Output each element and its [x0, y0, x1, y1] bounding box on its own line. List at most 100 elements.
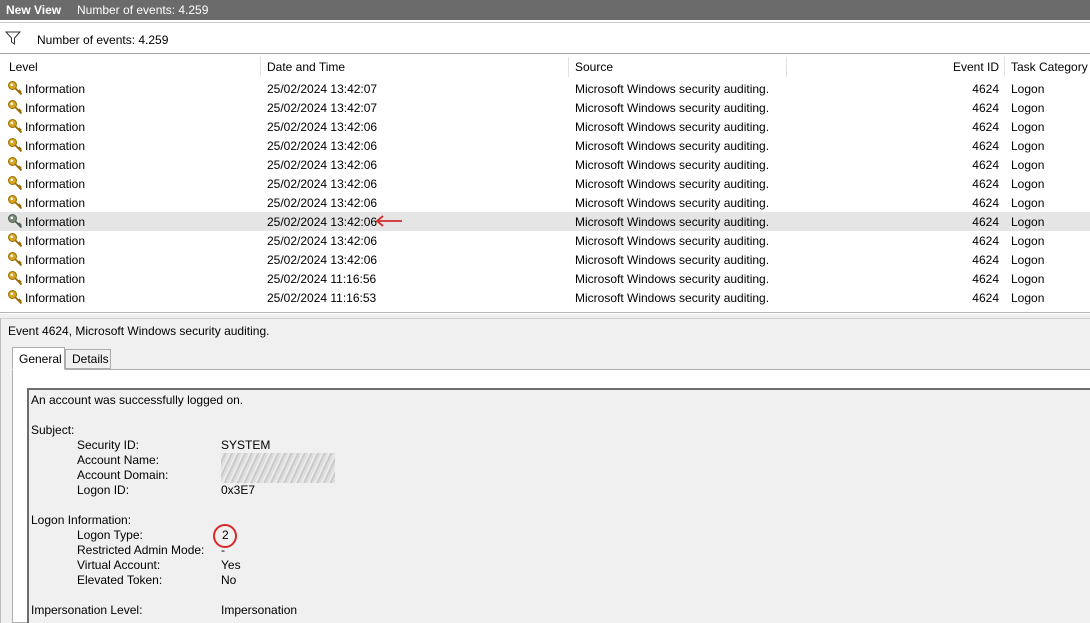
column-header-date[interactable]: Date and Time	[267, 60, 345, 74]
view-titlebar: New View Number of events: 4.259	[0, 0, 1090, 20]
event-source: Microsoft Windows security auditing.	[575, 82, 770, 96]
event-message: An account was successfully logged on.	[31, 393, 244, 407]
logon-id-label: Logon ID:	[77, 483, 130, 497]
event-id: 4624	[972, 272, 999, 286]
column-header-event-id[interactable]: Event ID	[953, 60, 999, 74]
logon-type-label: Logon Type:	[77, 528, 143, 542]
event-id: 4624	[972, 158, 999, 172]
event-source: Microsoft Windows security auditing.	[575, 215, 770, 229]
annotation-circle	[213, 524, 237, 548]
key-icon	[7, 118, 23, 134]
key-icon	[7, 251, 23, 267]
event-level: Information	[25, 291, 86, 305]
event-source: Microsoft Windows security auditing.	[575, 158, 770, 172]
restricted-admin-mode-label: Restricted Admin Mode:	[77, 543, 205, 557]
event-source: Microsoft Windows security auditing.	[575, 101, 770, 115]
column-divider[interactable]	[260, 57, 261, 77]
event-row[interactable]: Information 25/02/2024 13:42:06 Microsoft …	[0, 212, 1090, 231]
column-header-level[interactable]: Level	[9, 60, 38, 74]
event-id: 4624	[972, 196, 999, 210]
account-name-label: Account Name:	[77, 453, 160, 467]
subject-heading: Subject:	[31, 423, 75, 437]
event-row[interactable]: Information 25/02/2024 13:42:07 Microsoft …	[0, 79, 1090, 98]
event-source: Microsoft Windows security auditing.	[575, 196, 770, 210]
event-task-category: Logon	[1011, 234, 1045, 248]
key-icon	[7, 137, 23, 153]
event-level: Information	[25, 177, 86, 191]
impersonation-level-label: Impersonation Level:	[31, 603, 143, 617]
event-date-time: 25/02/2024 13:42:06	[267, 158, 378, 172]
event-date-time: 25/02/2024 13:42:07	[267, 101, 378, 115]
column-divider[interactable]	[786, 57, 787, 77]
restricted-admin-mode-value: -	[221, 543, 225, 557]
event-row[interactable]: Information 25/02/2024 11:16:56 Microsoft …	[0, 269, 1090, 288]
event-level: Information	[25, 139, 86, 153]
event-source: Microsoft Windows security auditing.	[575, 120, 770, 134]
security-id-label: Security ID:	[77, 438, 140, 452]
key-icon	[7, 99, 23, 115]
column-divider[interactable]	[1004, 57, 1005, 77]
event-source: Microsoft Windows security auditing.	[575, 177, 770, 191]
key-icon	[7, 175, 23, 191]
event-rows: Information 25/02/2024 13:42:07 Microsoft …	[0, 79, 1090, 307]
security-id-value: SYSTEM	[221, 438, 271, 452]
event-level: Information	[25, 196, 86, 210]
event-task-category: Logon	[1011, 291, 1045, 305]
event-source: Microsoft Windows security auditing.	[575, 253, 770, 267]
event-level: Information	[25, 272, 86, 286]
event-level: Information	[25, 120, 86, 134]
general-tab-panel: An account was successfully logged on. S…	[12, 369, 1090, 623]
grid-header: Level Date and Time Source Event ID Task…	[0, 55, 1090, 78]
event-id: 4624	[972, 253, 999, 267]
virtual-account-label: Virtual Account:	[77, 558, 161, 572]
account-domain-label: Account Domain:	[77, 468, 169, 482]
annotation-arrow	[375, 215, 402, 227]
event-row[interactable]: Information 25/02/2024 13:42:06 Microsoft …	[0, 250, 1090, 269]
event-detail-pane: Event 4624, Microsoft Windows security a…	[0, 319, 1090, 623]
key-icon	[7, 213, 23, 229]
event-level: Information	[25, 82, 86, 96]
tab-details[interactable]: Details	[65, 349, 111, 369]
event-row[interactable]: Information 25/02/2024 13:42:06 Microsoft …	[0, 155, 1090, 174]
elevated-token-value: No	[221, 573, 237, 587]
event-row[interactable]: Information 25/02/2024 11:16:53 Microsoft …	[0, 288, 1090, 307]
event-row[interactable]: Information 25/02/2024 13:42:06 Microsoft …	[0, 136, 1090, 155]
event-row[interactable]: Information 25/02/2024 13:42:06 Microsoft …	[0, 174, 1090, 193]
view-event-count: Number of events: 4.259	[77, 3, 209, 17]
event-detail-title: Event 4624, Microsoft Windows security a…	[8, 324, 270, 338]
event-row[interactable]: Information 25/02/2024 13:42:06 Microsoft …	[0, 231, 1090, 250]
event-row[interactable]: Information 25/02/2024 13:42:06 Microsoft …	[0, 193, 1090, 212]
event-task-category: Logon	[1011, 158, 1045, 172]
event-row[interactable]: Information 25/02/2024 13:42:06 Microsoft …	[0, 117, 1090, 136]
events-grid: Level Date and Time Source Event ID Task…	[0, 55, 1090, 313]
event-date-time: 25/02/2024 11:16:53	[267, 291, 377, 305]
column-header-source[interactable]: Source	[575, 60, 613, 74]
filter-icon[interactable]	[5, 31, 21, 45]
key-icon	[7, 289, 23, 305]
key-icon	[7, 194, 23, 210]
filter-event-count: Number of events: 4.259	[37, 33, 169, 47]
event-id: 4624	[972, 82, 999, 96]
virtual-account-value: Yes	[221, 558, 241, 572]
event-id: 4624	[972, 139, 999, 153]
event-id: 4624	[972, 234, 999, 248]
event-task-category: Logon	[1011, 139, 1045, 153]
tab-general[interactable]: General	[12, 347, 65, 370]
event-id: 4624	[972, 101, 999, 115]
event-task-category: Logon	[1011, 215, 1045, 229]
event-id: 4624	[972, 215, 999, 229]
event-level: Information	[25, 253, 86, 267]
elevated-token-label: Elevated Token:	[77, 573, 163, 587]
event-description-text[interactable]: An account was successfully logged on. S…	[27, 388, 1090, 623]
event-task-category: Logon	[1011, 196, 1045, 210]
event-source: Microsoft Windows security auditing.	[575, 272, 770, 286]
event-level: Information	[25, 158, 86, 172]
event-date-time: 25/02/2024 13:42:06	[267, 253, 378, 267]
event-id: 4624	[972, 177, 999, 191]
event-row[interactable]: Information 25/02/2024 13:42:07 Microsoft …	[0, 98, 1090, 117]
view-name: New View	[6, 3, 62, 17]
column-divider[interactable]	[568, 57, 569, 77]
event-date-time: 25/02/2024 13:42:06	[267, 234, 378, 248]
event-date-time: 25/02/2024 13:42:06	[267, 139, 378, 153]
column-header-task-category[interactable]: Task Category	[1011, 60, 1088, 74]
